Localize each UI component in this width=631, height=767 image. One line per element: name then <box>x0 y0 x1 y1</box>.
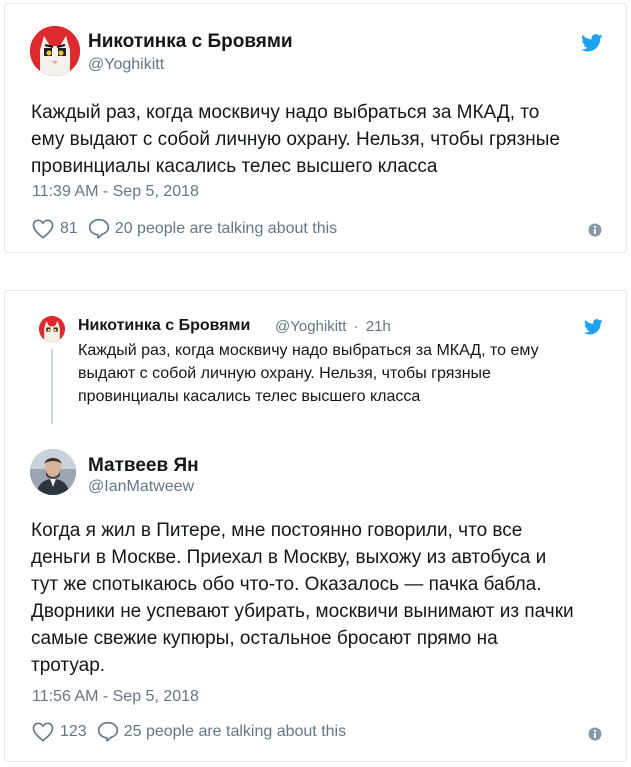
quoted-avatar[interactable] <box>39 316 65 342</box>
quoted-author-handle[interactable]: @Yoghikitt <box>275 318 346 335</box>
heart-icon <box>32 722 54 742</box>
tweet-text: Каждый раз, когда москвичу надо выбратьс… <box>31 99 560 180</box>
info-icon[interactable] <box>588 223 602 237</box>
twitter-bird-icon[interactable] <box>584 319 603 335</box>
talking-about-text: 20 people are talking about this <box>114 219 338 237</box>
quoted-time-ago[interactable]: 21h <box>366 318 391 335</box>
tweet-text-line: Дворники не успевают убирать, москвичи в… <box>31 601 574 622</box>
action-bar: 81 20 people are talking about this <box>32 218 337 239</box>
speech-bubble-icon <box>97 721 118 742</box>
author-handle[interactable]: @IanMatweew <box>88 478 194 496</box>
quoted-tweet-text: Каждый раз, когда москвичу надо выбратьс… <box>78 339 539 408</box>
cat-avatar-icon <box>39 316 65 342</box>
quoted-text-line: провинциалы касались телес высшего класс… <box>78 388 421 405</box>
thread-connector-line <box>51 349 53 424</box>
conversation-button[interactable]: 20 people are talking about this <box>88 218 337 239</box>
timestamp[interactable]: 11:39 AM - Sep 5, 2018 <box>32 183 199 201</box>
info-icon[interactable] <box>588 727 602 741</box>
cat-avatar-icon <box>30 26 80 76</box>
twitter-bird-icon[interactable] <box>581 34 603 52</box>
like-button[interactable]: 123 <box>32 722 87 742</box>
timestamp[interactable]: 11:56 AM - Sep 5, 2018 <box>32 688 199 706</box>
tweet-text-line: провинциалы касались телес высшего класс… <box>31 156 438 177</box>
like-count: 81 <box>60 219 78 237</box>
action-bar: 123 25 people are talking about this <box>32 721 346 742</box>
quoted-text-line: Каждый раз, когда москвичу надо выбратьс… <box>78 342 539 359</box>
author-name[interactable]: Никотинка с Бровями <box>88 31 293 53</box>
tweet-text-line: Каждый раз, когда москвичу надо выбратьс… <box>31 102 540 123</box>
quoted-author-name[interactable]: Никотинка с Бровями <box>78 317 250 335</box>
author-name[interactable]: Матвеев Ян <box>88 455 199 477</box>
heart-icon <box>32 219 54 239</box>
quoted-meta: @Yoghikitt · 21h <box>275 318 391 335</box>
tweet-text-line: Когда я жил в Питере, мне постоянно гово… <box>31 520 523 541</box>
avatar[interactable] <box>30 26 80 76</box>
tweet-text: Когда я жил в Питере, мне постоянно гово… <box>31 517 574 679</box>
avatar[interactable] <box>30 449 76 495</box>
tweet-text-line: самые свежие купюры, остальное бросают п… <box>31 628 498 649</box>
tweet-text-line: тут же спотыкаюсь обо что-то. Оказалось … <box>31 574 542 595</box>
like-count: 123 <box>60 722 87 740</box>
tweet-text-line: тротуар. <box>31 655 106 676</box>
person-avatar-icon <box>30 449 76 495</box>
tweet-card-1: Никотинка с Бровями @Yoghikitt Каждый ра… <box>4 3 627 253</box>
speech-bubble-icon <box>88 218 109 239</box>
author-handle[interactable]: @Yoghikitt <box>88 56 164 74</box>
talking-about-text: 25 people are talking about this <box>123 722 347 740</box>
like-button[interactable]: 81 <box>32 219 78 239</box>
conversation-button[interactable]: 25 people are talking about this <box>97 721 346 742</box>
tweet-text-line: ему выдают с собой личную охрану. Нельзя… <box>31 129 560 150</box>
meta-separator: · <box>353 318 359 335</box>
tweet-card-2: Никотинка с Бровями @Yoghikitt · 21h Каж… <box>4 290 627 762</box>
tweet-text-line: деньги в Москве. Приехал в Москву, выхож… <box>31 547 547 568</box>
quoted-text-line: выдают с собой личную охрану. Нельзя, чт… <box>78 365 491 382</box>
